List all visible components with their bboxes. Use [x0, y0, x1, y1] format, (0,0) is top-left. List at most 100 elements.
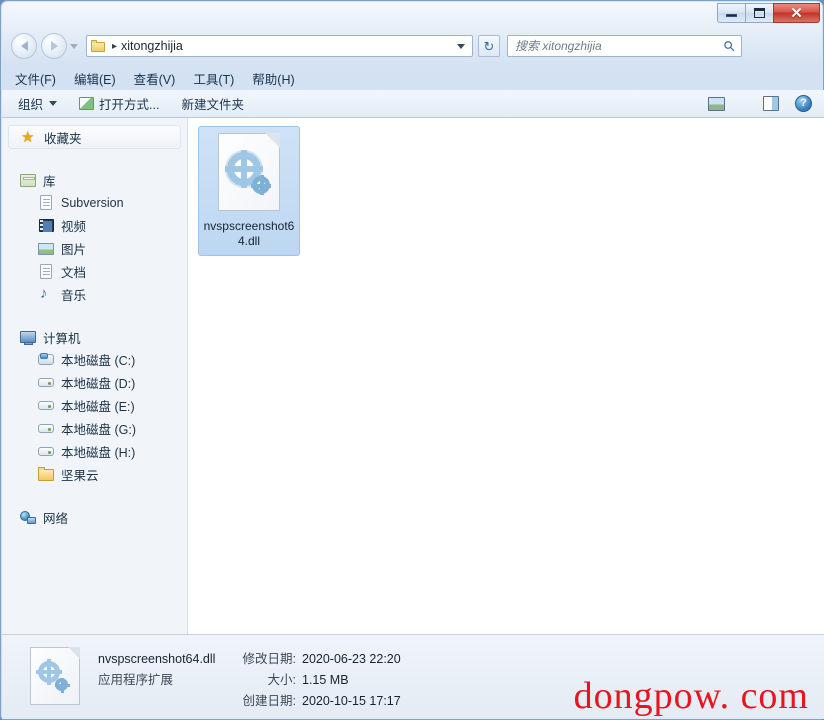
sidebar-item-label: 收藏夹: [44, 131, 82, 146]
help-icon[interactable]: ?: [795, 95, 812, 112]
details-row-modified: 修改日期: 2020-06-23 22:20: [228, 649, 401, 670]
document-icon: [38, 195, 55, 210]
sidebar-item-label: Subversion: [61, 195, 124, 210]
page-corner-icon: [265, 133, 280, 148]
address-dropdown-icon[interactable]: [457, 43, 465, 49]
window-controls: ✕: [717, 3, 820, 24]
sidebar-item-favorites[interactable]: ★ 收藏夹: [8, 125, 181, 149]
change-view-icon[interactable]: [708, 96, 725, 111]
search-box[interactable]: ⚲: [507, 35, 742, 57]
file-name-label: nvspscreenshot64.dll: [203, 219, 295, 248]
gear-small-icon: [251, 175, 271, 195]
menu-bar: 文件(F) 编辑(E) 查看(V) 工具(T) 帮助(H): [2, 66, 824, 90]
preview-pane-icon[interactable]: [763, 96, 779, 111]
sidebar-item-drive-e[interactable]: 本地磁盘 (E:): [2, 394, 187, 417]
main-area: ★ 收藏夹 库 Subversion 视频 图片 文档 ♪ 音乐 计算机 本地磁…: [2, 118, 824, 634]
drive-icon: [38, 444, 55, 459]
back-button[interactable]: [11, 33, 37, 59]
sidebar-item-jianguoyun[interactable]: 坚果云: [2, 463, 187, 486]
address-bar[interactable]: ▸ xitongzhijia: [86, 35, 473, 57]
sidebar-item-documents[interactable]: 文档: [2, 260, 187, 283]
sidebar-item-label: 本地磁盘 (D:): [61, 377, 136, 391]
file-list-pane[interactable]: nvspscreenshot64.dll: [188, 118, 824, 634]
sidebar-item-label: 计算机: [43, 331, 81, 346]
video-icon: [38, 218, 55, 233]
sidebar-item-pictures[interactable]: 图片: [2, 237, 187, 260]
menu-item-tools[interactable]: 工具(T): [193, 69, 234, 88]
details-size-value: 1.15 MB: [302, 673, 349, 687]
nav-group-computer: 计算机 本地磁盘 (C:) 本地磁盘 (D:) 本地磁盘 (E:) 本地磁盘 (…: [2, 326, 187, 486]
menu-item-edit[interactable]: 编辑(E): [74, 69, 116, 88]
gear-small-icon: [55, 678, 70, 693]
drive-icon: [38, 398, 55, 413]
sidebar-item-label: 本地磁盘 (H:): [61, 446, 136, 460]
nav-group-libraries: 库 Subversion 视频 图片 文档 ♪ 音乐: [2, 169, 187, 306]
details-modified-value: 2020-06-23 22:20: [302, 652, 401, 666]
details-modified-label: 修改日期:: [242, 652, 296, 666]
library-icon: [20, 173, 37, 188]
new-folder-label: 新建文件夹: [181, 98, 244, 112]
sidebar-item-label: 坚果云: [61, 469, 99, 483]
forward-arrow-icon: [50, 41, 58, 51]
sidebar-item-label: 本地磁盘 (G:): [61, 423, 136, 437]
minimize-icon: [726, 14, 737, 17]
organize-button[interactable]: 组织: [18, 94, 58, 113]
search-input[interactable]: [508, 38, 724, 54]
minimize-button[interactable]: [717, 3, 746, 23]
details-file-type: 应用程序扩展: [98, 673, 174, 687]
sidebar-item-drive-h[interactable]: 本地磁盘 (H:): [2, 440, 187, 463]
breadcrumb-separator-icon: ▸: [112, 40, 118, 52]
sidebar-item-videos[interactable]: 视频: [2, 214, 187, 237]
sidebar-item-network[interactable]: 网络: [2, 506, 187, 528]
star-icon: ★: [21, 128, 35, 146]
sidebar-item-computer[interactable]: 计算机: [2, 326, 187, 348]
menu-item-view[interactable]: 查看(V): [134, 69, 176, 88]
chevron-down-icon: [49, 101, 58, 106]
close-button[interactable]: ✕: [773, 3, 820, 23]
breadcrumb-path[interactable]: xitongzhijia: [121, 39, 457, 53]
gears-dll-icon: [218, 133, 280, 211]
documents-icon: [38, 264, 55, 279]
sidebar-item-label: 库: [43, 174, 56, 189]
explorer-window: ✕ ▸ xitongzhijia ↻ ⚲ 文件(F) 编辑(E) 查看(V): [0, 0, 824, 720]
title-bar[interactable]: ✕: [1, 1, 824, 27]
close-icon: ✕: [790, 4, 803, 22]
watermark: dongpow. com: [573, 675, 809, 717]
sidebar-item-drive-c[interactable]: 本地磁盘 (C:): [2, 348, 187, 371]
forward-button[interactable]: [41, 33, 67, 59]
nav-group-network: 网络: [2, 506, 187, 528]
maximize-icon: [754, 8, 765, 18]
refresh-icon: ↻: [483, 38, 495, 54]
music-icon: ♪: [40, 285, 48, 302]
sidebar-item-subversion[interactable]: Subversion: [2, 191, 187, 214]
computer-icon: [20, 330, 37, 345]
details-row-size: 大小: 1.15 MB: [228, 670, 401, 691]
folder-icon: [91, 39, 106, 53]
toolbar-right-group: ?: [708, 95, 824, 112]
sidebar-item-label: 图片: [61, 243, 87, 257]
recent-pages-dropdown-icon[interactable]: [70, 43, 78, 49]
details-created-label: 创建日期:: [242, 694, 296, 708]
maximize-button[interactable]: [745, 3, 774, 23]
details-secondary-column: 修改日期: 2020-06-23 22:20 大小: 1.15 MB 创建日期:…: [228, 649, 401, 712]
open-with-button[interactable]: 打开方式...: [79, 94, 159, 113]
sidebar-item-libraries[interactable]: 库: [2, 169, 187, 191]
navigation-row: ▸ xitongzhijia ↻ ⚲: [1, 29, 824, 63]
menu-item-file[interactable]: 文件(F): [15, 69, 56, 88]
navigation-pane[interactable]: ★ 收藏夹 库 Subversion 视频 图片 文档 ♪ 音乐 计算机 本地磁…: [2, 118, 188, 634]
new-folder-button[interactable]: 新建文件夹: [181, 94, 244, 113]
sidebar-item-music[interactable]: ♪ 音乐: [2, 283, 187, 306]
open-with-label: 打开方式...: [99, 98, 160, 112]
details-file-name: nvspscreenshot64.dll: [98, 652, 216, 666]
file-item[interactable]: nvspscreenshot64.dll: [198, 126, 300, 256]
sidebar-item-drive-g[interactable]: 本地磁盘 (G:): [2, 417, 187, 440]
details-created-value: 2020-10-15 17:17: [302, 694, 401, 708]
pictures-icon: [38, 241, 55, 256]
menu-item-help[interactable]: 帮助(H): [252, 69, 294, 88]
organize-label: 组织: [18, 98, 44, 112]
nav-group-favorites: ★ 收藏夹: [2, 125, 187, 149]
sidebar-item-drive-d[interactable]: 本地磁盘 (D:): [2, 371, 187, 394]
refresh-button[interactable]: ↻: [478, 35, 500, 57]
